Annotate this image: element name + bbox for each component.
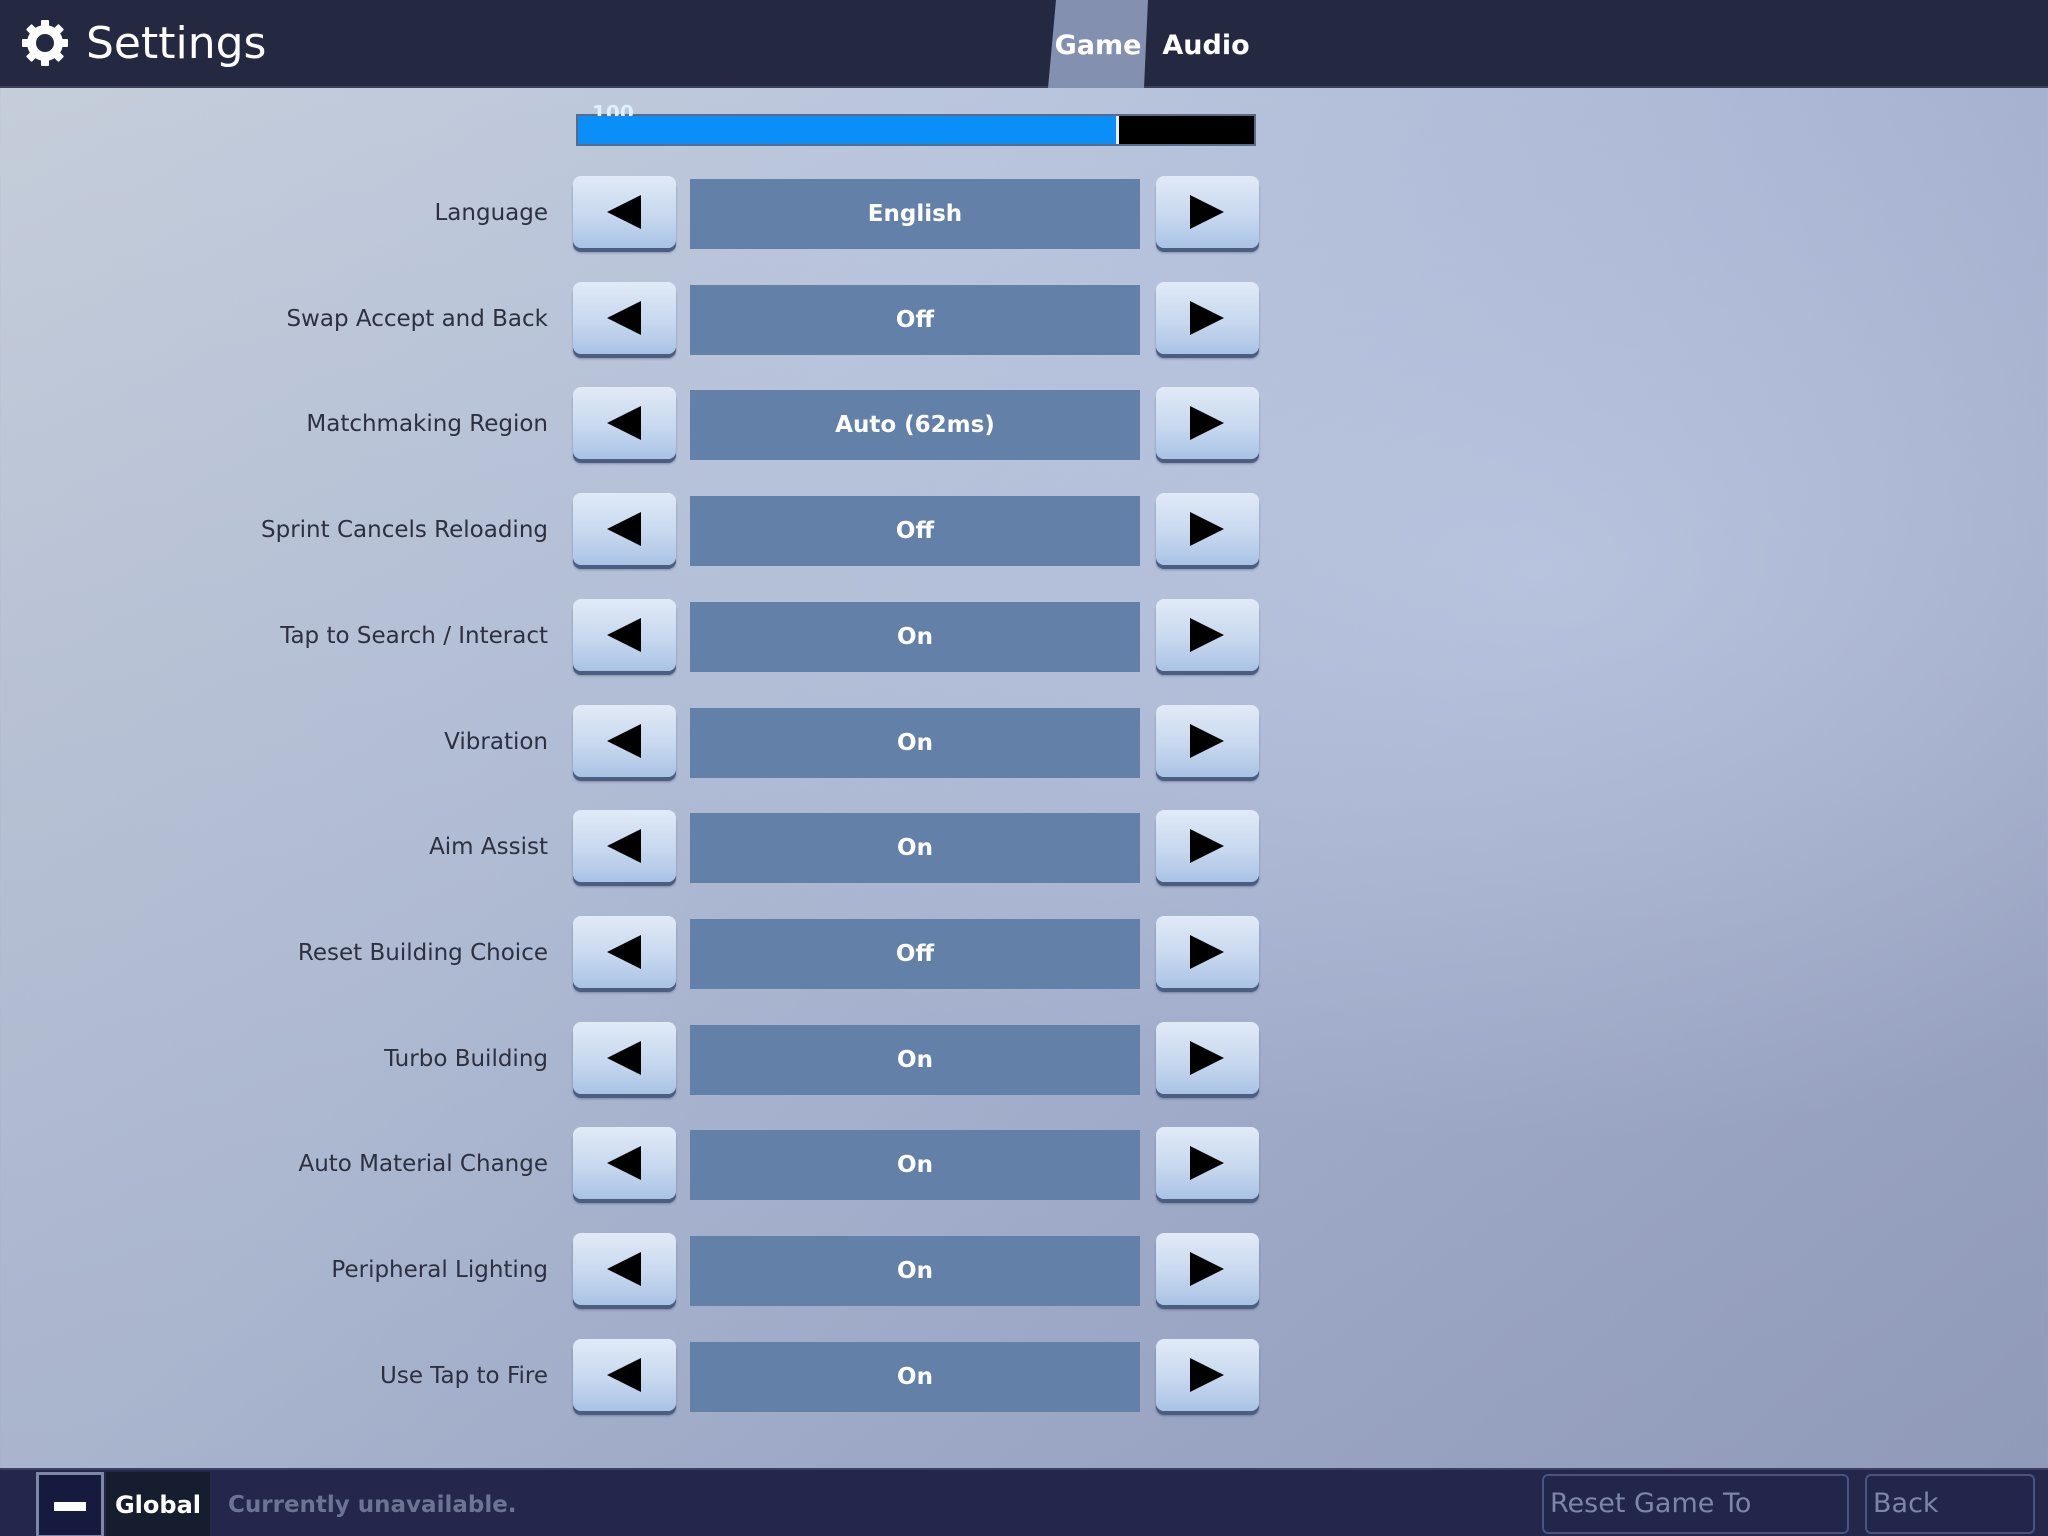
header-bar: Settings Game Audio [0,0,2048,88]
previous-option-button[interactable] [573,810,676,882]
setting-value: On [690,1342,1140,1412]
previous-option-button[interactable] [573,387,676,459]
next-option-button[interactable] [1156,1127,1259,1199]
setting-label: Reset Building Choice [297,940,548,966]
tab-game[interactable]: Game [1048,0,1148,88]
arrow-right-icon [1190,406,1224,440]
arrow-left-icon [607,1146,641,1180]
tab-audio[interactable]: Audio [1158,0,1254,88]
arrow-left-icon [607,618,641,652]
setting-value: Auto (62ms) [690,390,1140,460]
setting-value: On [690,813,1140,883]
next-option-button[interactable] [1156,493,1259,565]
previous-option-button[interactable] [573,705,676,777]
setting-label: Aim Assist [429,834,548,860]
arrow-right-icon [1190,935,1224,969]
arrow-left-icon [607,724,641,758]
previous-option-button[interactable] [573,1022,676,1094]
arrow-right-icon [1190,1358,1224,1392]
next-option-button[interactable] [1156,599,1259,671]
arrow-right-icon [1190,301,1224,335]
previous-option-button[interactable] [573,176,676,248]
arrow-right-icon [1190,1041,1224,1075]
previous-option-button[interactable] [573,282,676,354]
previous-option-button[interactable] [573,493,676,565]
setting-label: Sprint Cancels Reloading [261,517,548,543]
setting-value: English [690,179,1140,249]
next-option-button[interactable] [1156,810,1259,882]
setting-label: Language [434,200,548,226]
collapse-toggle[interactable] [36,1472,104,1536]
setting-value: Off [690,496,1140,566]
setting-label: Auto Material Change [298,1151,548,1177]
arrow-right-icon [1190,195,1224,229]
next-option-button[interactable] [1156,176,1259,248]
arrow-left-icon [607,935,641,969]
scope-label: Global [106,1472,210,1536]
back-button[interactable]: Back [1865,1474,2035,1534]
previous-option-button[interactable] [573,916,676,988]
setting-value: On [690,708,1140,778]
next-option-button[interactable] [1156,282,1259,354]
arrow-right-icon [1190,618,1224,652]
next-option-button[interactable] [1156,1022,1259,1094]
slider-label [148,96,548,116]
setting-label: Use Tap to Fire [380,1363,548,1389]
arrow-left-icon [607,512,641,546]
arrow-right-icon [1190,1252,1224,1286]
arrow-right-icon [1190,512,1224,546]
footer-bar: Global Currently unavailable. Reset Game… [0,1468,2048,1536]
sensitivity-slider[interactable]: 100 [576,102,1256,146]
arrow-left-icon [607,406,641,440]
arrow-left-icon [607,829,641,863]
slider-fill [578,116,1119,144]
setting-value: On [690,602,1140,672]
status-text: Currently unavailable. [228,1492,517,1518]
setting-label: Swap Accept and Back [286,306,548,332]
next-option-button[interactable] [1156,705,1259,777]
arrow-right-icon [1190,724,1224,758]
setting-label: Vibration [444,729,548,755]
setting-value: On [690,1025,1140,1095]
setting-value: On [690,1236,1140,1306]
next-option-button[interactable] [1156,1233,1259,1305]
setting-label: Tap to Search / Interact [280,623,548,649]
next-option-button[interactable] [1156,916,1259,988]
slider-value: 100 [592,102,634,116]
next-option-button[interactable] [1156,1339,1259,1411]
arrow-left-icon [607,1252,641,1286]
page-title: Settings [86,18,267,69]
previous-option-button[interactable] [573,1127,676,1199]
previous-option-button[interactable] [573,1339,676,1411]
arrow-left-icon [607,301,641,335]
gear-icon [22,20,68,66]
setting-label: Turbo Building [384,1046,548,1072]
reset-to-default-button[interactable]: Reset Game To Default [1542,1474,1849,1534]
previous-option-button[interactable] [573,599,676,671]
setting-value: Off [690,285,1140,355]
previous-option-button[interactable] [573,1233,676,1305]
setting-label: Peripheral Lighting [331,1257,548,1283]
arrow-left-icon [607,1358,641,1392]
arrow-left-icon [607,1041,641,1075]
next-option-button[interactable] [1156,387,1259,459]
minus-icon [54,1502,86,1511]
arrow-right-icon [1190,829,1224,863]
arrow-left-icon [607,195,641,229]
setting-value: Off [690,919,1140,989]
setting-value: On [690,1130,1140,1200]
setting-label: Matchmaking Region [306,411,548,437]
arrow-right-icon [1190,1146,1224,1180]
